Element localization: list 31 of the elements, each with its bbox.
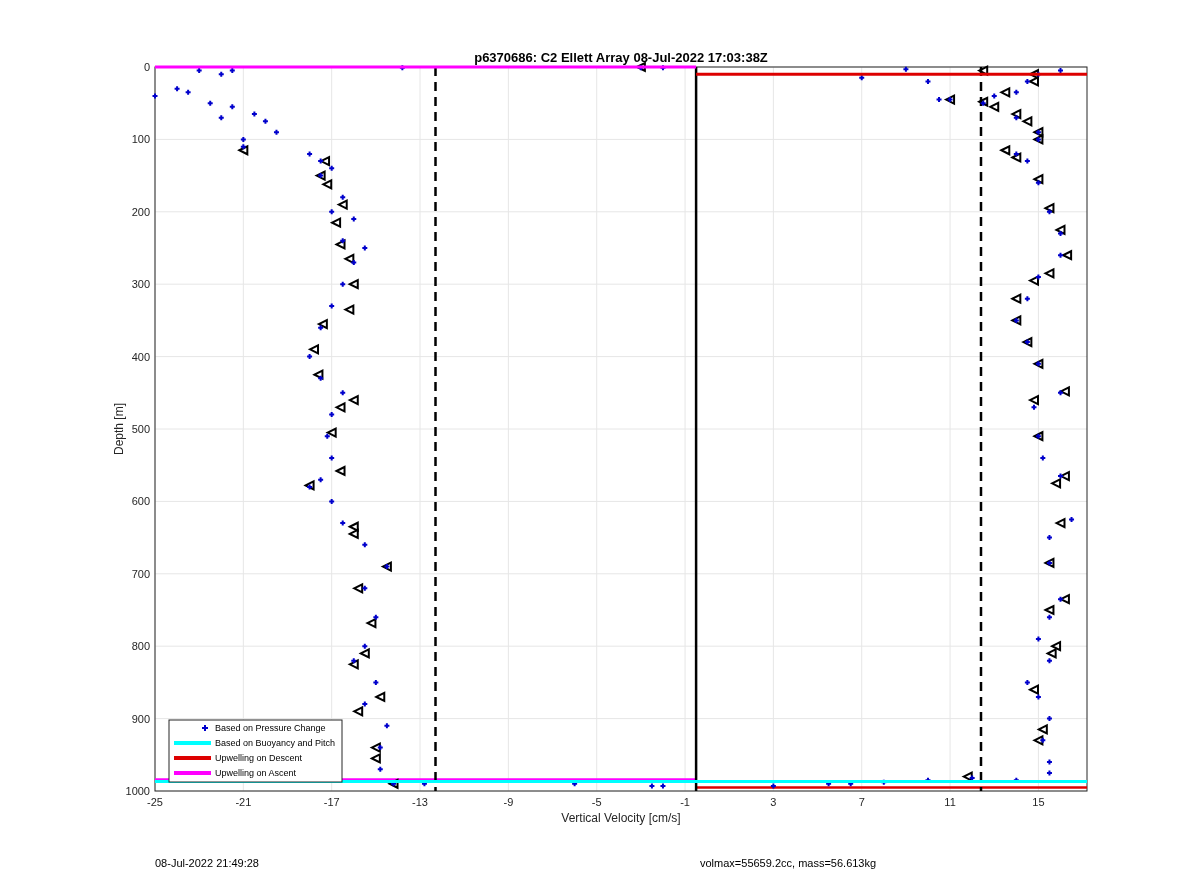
timestamp: 08-Jul-2022 21:49:28 xyxy=(155,857,259,869)
chart-title: p6370686: C2 Ellett Array 08-Jul-2022 17:03:38Z xyxy=(474,50,768,65)
tick-label: 400 xyxy=(131,350,150,363)
tick-label: 800 xyxy=(131,640,150,653)
tick-label: 900 xyxy=(131,712,150,725)
tick-label: -25 xyxy=(147,796,163,808)
legend-label: Upwelling on Descent xyxy=(215,753,303,763)
legend-label: Based on Pressure Change xyxy=(215,723,326,733)
axis-label: Vertical Velocity [cm/s] xyxy=(561,811,681,825)
legend-label: Upwelling on Ascent xyxy=(215,768,297,778)
tick-label: 200 xyxy=(131,205,150,218)
figure-info: volmax=55659.2cc, mass=56.613kg xyxy=(700,857,877,869)
legend-label: Based on Buoyancy and Pitch xyxy=(215,738,336,748)
tick-label: -13 xyxy=(412,796,428,808)
tick-label: 500 xyxy=(131,423,150,435)
tick-label: 15 xyxy=(1032,796,1045,808)
tick-label: 700 xyxy=(131,567,150,580)
tick-label: 0 xyxy=(143,61,150,73)
tick-label: 7 xyxy=(858,796,865,808)
tick-label: -1 xyxy=(680,796,690,808)
tick-label: -21 xyxy=(235,796,252,808)
tick-label: -17 xyxy=(323,796,340,808)
tick-label: -5 xyxy=(591,796,602,808)
tick-label: 11 xyxy=(944,796,956,808)
tick-label: -9 xyxy=(503,796,514,808)
tick-label: 100 xyxy=(131,133,150,146)
tick-label: 3 xyxy=(770,796,777,808)
tick-label: 600 xyxy=(131,495,150,508)
tick-label: 1000 xyxy=(125,785,150,797)
axis-label: Depth [m] xyxy=(112,403,126,455)
tick-label: 300 xyxy=(131,278,150,291)
